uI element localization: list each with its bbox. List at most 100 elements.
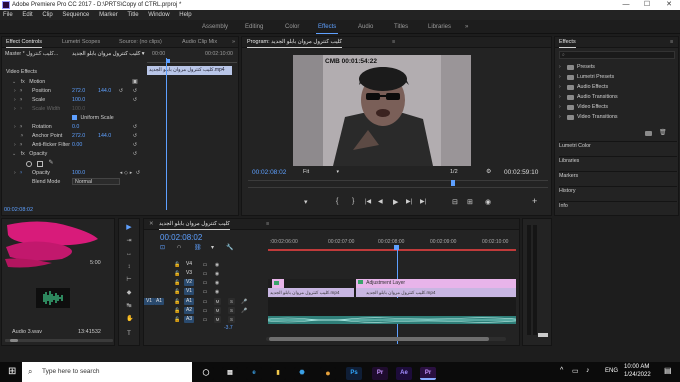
step-forward-icon[interactable]: ▶|: [406, 198, 412, 205]
tree-item-video-effects[interactable]: › Video Effects: [559, 103, 677, 111]
prop-value-y[interactable]: 144.0: [98, 132, 111, 140]
menu-edit[interactable]: Edit: [22, 10, 32, 20]
clock-date[interactable]: 1/24/2022: [624, 372, 651, 378]
lock-icon[interactable]: 🔓: [174, 299, 180, 305]
after-effects-icon[interactable]: Ae: [396, 367, 412, 380]
program-scrub-bar[interactable]: [248, 180, 548, 188]
chevron-right-icon[interactable]: ›: [14, 97, 16, 103]
network-icon[interactable]: ▭: [572, 367, 579, 375]
prop-value[interactable]: 0.0: [72, 123, 79, 131]
timeline-settings-icon[interactable]: 🔧: [226, 244, 233, 251]
lock-icon[interactable]: 🔓: [174, 280, 180, 286]
prop-value[interactable]: 100.0: [72, 96, 85, 104]
program-playhead[interactable]: [451, 180, 455, 186]
chevron-right-icon[interactable]: ›: [14, 142, 16, 148]
file-explorer-icon[interactable]: ▮: [270, 367, 286, 380]
microphone-icon[interactable]: 🎤: [241, 308, 247, 314]
photoshop-icon[interactable]: Ps: [346, 367, 362, 380]
wrench-icon[interactable]: ⚙: [486, 168, 491, 175]
menu-help[interactable]: Help: [179, 10, 191, 20]
track-volume[interactable]: -3.7: [224, 325, 233, 331]
tab-source[interactable]: Source: (no clips): [119, 37, 162, 48]
project-scrollbar[interactable]: [5, 339, 113, 342]
zoom-select[interactable]: Fit ▾: [303, 169, 339, 177]
tree-item-lumetri-presets[interactable]: › Lumetri Presets: [559, 73, 677, 81]
program-current-timecode[interactable]: 00:02:08:02: [252, 169, 286, 176]
reset-icon[interactable]: ↺: [118, 88, 124, 94]
delete-icon[interactable]: 🗑: [659, 130, 667, 136]
adjustment-layer-clip[interactable]: Adjustment Layer: [356, 279, 516, 288]
track-label[interactable]: V2: [184, 279, 194, 286]
sync-lock-icon[interactable]: ▭: [202, 317, 208, 323]
prop-value[interactable]: 0.00: [72, 141, 82, 149]
reset-icon[interactable]: ↺: [135, 170, 141, 176]
rate-stretch-tool-icon[interactable]: ↕: [126, 264, 132, 270]
button-editor-icon[interactable]: +: [532, 196, 537, 206]
snap-icon[interactable]: ∩: [177, 244, 181, 250]
new-bin-icon[interactable]: [645, 131, 652, 136]
store-icon[interactable]: ⬣: [294, 367, 310, 380]
premiere-running-icon[interactable]: Pr: [420, 367, 436, 380]
rectangle-mask-icon[interactable]: [37, 161, 43, 167]
microphone-icon[interactable]: 🎤: [241, 299, 247, 305]
lock-icon[interactable]: 🔓: [174, 308, 180, 314]
clock-time[interactable]: 10:00 AM: [624, 364, 649, 370]
sync-lock-icon[interactable]: ▭: [202, 308, 208, 314]
ripple-edit-tool-icon[interactable]: ↔: [126, 251, 132, 257]
pen-tool-icon[interactable]: ↹: [126, 303, 132, 309]
sync-lock-icon[interactable]: ▭: [202, 280, 208, 286]
timeline-ruler[interactable]: :00:02:06:00 00:02:07:00 00:02:08:00 00:…: [268, 231, 516, 251]
uniform-scale-checkbox[interactable]: [72, 115, 77, 121]
chevron-right-icon[interactable]: ›: [14, 124, 16, 130]
eye-icon[interactable]: ◉: [214, 289, 220, 295]
add-marker-icon[interactable]: ▾: [211, 244, 214, 251]
insert-sequence-icon[interactable]: ⊡: [160, 244, 165, 251]
motion-row[interactable]: ⌄ fx Motion: [12, 78, 45, 86]
stopwatch-icon[interactable]: ◔: [19, 106, 22, 112]
close-button[interactable]: ✕: [659, 0, 679, 10]
prop-value-x[interactable]: 272.0: [72, 132, 85, 140]
menu-clip[interactable]: Clip: [42, 10, 52, 20]
lift-icon[interactable]: ⊟: [452, 198, 458, 206]
tree-item-video-transitions[interactable]: › Video Transitions: [559, 113, 677, 121]
workspace-more[interactable]: »: [465, 23, 468, 31]
linked-selection-icon[interactable]: ⛓: [194, 244, 202, 251]
workspace-effects[interactable]: Effects: [315, 23, 339, 34]
lock-icon[interactable]: 🔓: [174, 262, 180, 268]
stopwatch-icon[interactable]: ◔: [20, 133, 23, 139]
taskbar-search-input[interactable]: Type here to search: [22, 362, 192, 382]
workspace-libraries[interactable]: Libraries: [428, 23, 451, 31]
go-to-out-icon[interactable]: ▶|: [420, 198, 426, 205]
tab-effect-controls[interactable]: Effect Controls: [6, 37, 42, 48]
ec-bottom-timecode[interactable]: 00:02:08:02: [4, 207, 33, 213]
clip-selector[interactable]: كليب كنترول مروان بابلو الجديد ▾: [72, 50, 144, 58]
ellipse-mask-icon[interactable]: [26, 161, 32, 167]
sequence-tab[interactable]: كليب كنترول مروان بابلو الجديد: [159, 219, 230, 230]
track-lane-v1[interactable]: كليب كنترول مروان بابلو الجديد.mp4 كليب …: [268, 288, 516, 297]
play-icon[interactable]: ▶: [393, 198, 398, 206]
resolution-select[interactable]: 1/2: [450, 169, 468, 177]
keyframe-next-icon[interactable]: ▸: [128, 170, 134, 176]
reset-icon[interactable]: ↺: [132, 133, 138, 139]
sync-lock-icon[interactable]: ▭: [202, 289, 208, 295]
chevron-right-icon[interactable]: ›: [14, 106, 16, 112]
slip-tool-icon[interactable]: ◆: [126, 290, 132, 296]
eye-icon[interactable]: ◉: [214, 280, 220, 286]
reset-icon[interactable]: ↺: [132, 142, 138, 148]
panel-lumetri-color[interactable]: Lumetri Color: [559, 141, 677, 149]
stopwatch-icon[interactable]: ◔: [19, 170, 22, 176]
effects-search-input[interactable]: ⌕: [559, 51, 675, 59]
export-frame-icon[interactable]: ◉: [485, 198, 491, 206]
cortana-icon[interactable]: ◯: [198, 367, 214, 380]
lock-icon[interactable]: 🔓: [174, 271, 180, 277]
sync-lock-icon[interactable]: ▭: [202, 271, 208, 277]
mark-in-icon[interactable]: {: [336, 198, 338, 205]
workspace-editing[interactable]: Editing: [245, 23, 263, 31]
track-label[interactable]: A2: [184, 307, 194, 314]
panel-markers[interactable]: Markers: [559, 171, 677, 179]
minimize-button[interactable]: —: [616, 0, 636, 10]
add-marker-icon[interactable]: ▾: [304, 198, 308, 206]
timeline-scroll-thumb[interactable]: [269, 337, 489, 341]
chevron-right-icon[interactable]: ›: [14, 170, 16, 176]
workspace-color[interactable]: Color: [285, 23, 299, 31]
